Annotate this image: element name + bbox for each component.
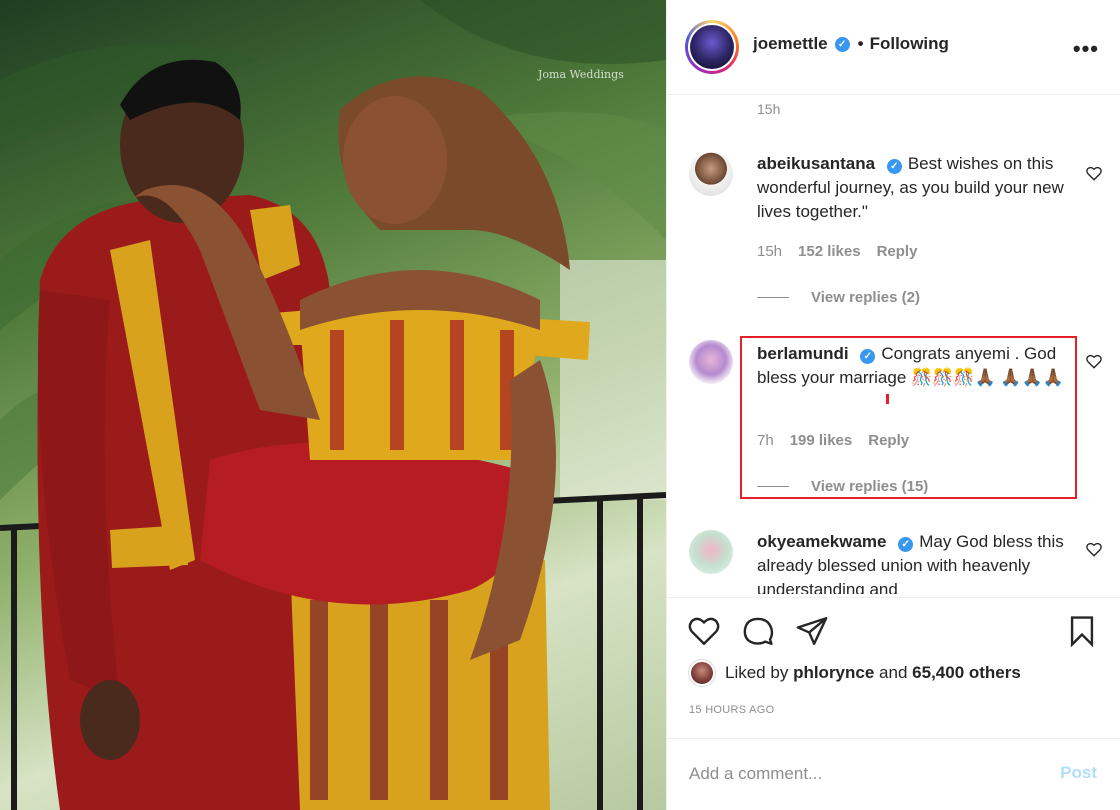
verified-badge-icon: ✓ (834, 36, 850, 52)
more-options-icon[interactable]: ••• (1073, 36, 1099, 62)
liker-avatar[interactable] (689, 660, 715, 686)
comment-text: abeikusantana ✓ Best wishes on this wonde… (757, 152, 1077, 224)
add-comment-input[interactable] (689, 761, 1019, 787)
photo-watermark: Joma Weddings (538, 68, 624, 81)
wedding-photo-illustration (0, 0, 666, 810)
likes-summary: Liked by phlorynce and 65,400 others (689, 660, 1021, 686)
add-comment-bar: Post (667, 738, 1120, 810)
post-button[interactable]: Post (1060, 763, 1097, 783)
comment-like-heart-icon[interactable] (1085, 352, 1103, 370)
comment-avatar[interactable] (689, 340, 733, 384)
likes-others[interactable]: 65,400 others (912, 663, 1021, 683)
verified-badge-icon: ✓ (886, 159, 902, 174)
comment-like-heart-icon[interactable] (1085, 540, 1103, 558)
author-avatar[interactable] (685, 20, 739, 74)
comment-text: okyeamekwame ✓ May God bless this already… (757, 530, 1077, 594)
liker-username[interactable]: phlorynce (793, 663, 874, 683)
view-replies-label: View replies (2) (811, 289, 920, 306)
comment-meta: 15h 152 likes Reply (757, 243, 917, 260)
post-header: joemettle ✓ • Following ••• (667, 0, 1120, 95)
comment-like-heart-icon[interactable] (1085, 164, 1103, 182)
post-photo[interactable]: Joma Weddings (0, 0, 666, 810)
likes-middle: and (879, 663, 908, 682)
highlight-box (740, 336, 1077, 499)
comment-reply-button[interactable]: Reply (877, 243, 918, 260)
heart-icon[interactable] (687, 614, 721, 648)
comment-clip: okyeamekwame ✓ May God bless this already… (667, 520, 1120, 594)
author-username[interactable]: joemettle (753, 34, 828, 54)
bookmark-icon[interactable] (1065, 614, 1099, 648)
likes-prefix: Liked by (725, 663, 789, 682)
following-button[interactable]: Following (870, 34, 949, 54)
comment-username[interactable]: okyeamekwame (757, 532, 886, 551)
caption-time: 15h (757, 101, 781, 117)
comment-username[interactable]: abeikusantana (757, 154, 875, 173)
comment-avatar[interactable] (689, 530, 733, 574)
view-replies-button[interactable]: View replies (2) (757, 289, 920, 306)
highlight-mark (886, 394, 889, 404)
header-separator: • (857, 34, 864, 53)
comment-likes[interactable]: 152 likes (798, 243, 861, 260)
comment-avatar[interactable] (689, 152, 733, 196)
comment-icon[interactable] (741, 614, 775, 648)
post-actions: Liked by phlorynce and 65,400 others 15 … (667, 597, 1120, 740)
replies-line (757, 297, 789, 298)
verified-badge-icon: ✓ (898, 537, 914, 552)
share-icon[interactable] (795, 614, 829, 648)
post-sidebar: joemettle ✓ • Following ••• 15h abeikusa… (666, 0, 1120, 810)
comment-time: 15h (757, 243, 783, 260)
post-timestamp[interactable]: 15 HOURS AGO (689, 704, 775, 716)
author-info: joemettle ✓ • Following (753, 34, 949, 54)
